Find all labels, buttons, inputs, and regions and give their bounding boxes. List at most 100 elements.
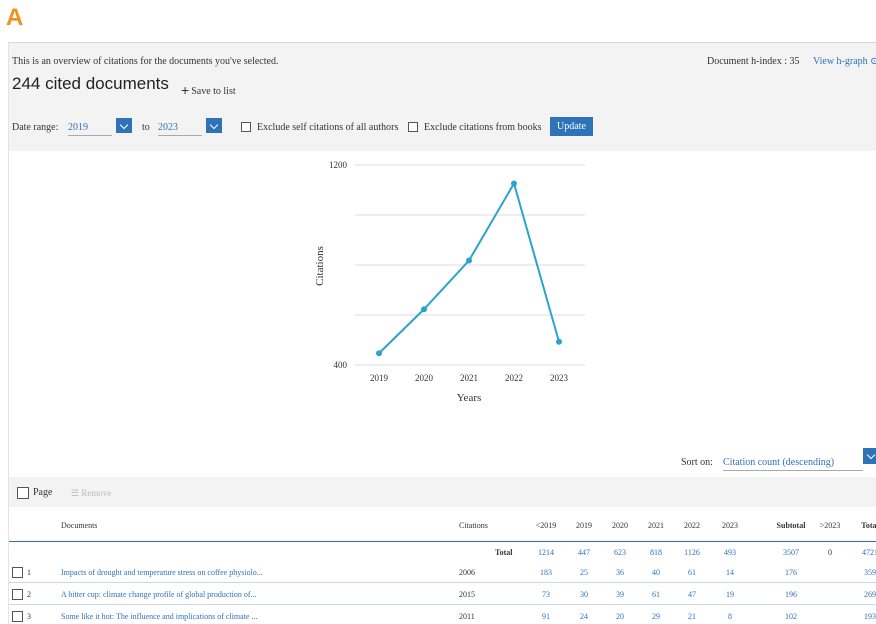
row-cell: 61 xyxy=(688,568,696,577)
document-title-link[interactable]: Impacts of drought and temperature stres… xyxy=(61,568,451,577)
data-point xyxy=(556,338,562,345)
top-bar: This is an overview of citations for the… xyxy=(9,43,876,151)
total-cell: 493 xyxy=(724,548,736,557)
exclude-books-checkbox[interactable] xyxy=(408,122,418,132)
col-documents[interactable]: Documents xyxy=(61,521,97,530)
row-number: 1 xyxy=(27,568,31,577)
data-point xyxy=(466,257,472,264)
row-checkbox[interactable] xyxy=(12,567,23,578)
y-axis-label: Citations xyxy=(314,246,326,286)
row-cell: 102 xyxy=(785,612,797,621)
col-subtotal: Subtotal xyxy=(776,521,806,530)
total-label: Total xyxy=(495,548,513,557)
col-2021: 2021 xyxy=(648,521,664,530)
x-tick-label: 2021 xyxy=(460,373,478,383)
row-cell: 269 xyxy=(864,590,876,599)
row-cell: 176 xyxy=(785,568,797,577)
total-cell: 818 xyxy=(650,548,662,557)
row-cell: 193 xyxy=(864,612,876,621)
sort-label: Sort on: xyxy=(681,457,713,468)
page-select-checkbox[interactable] xyxy=(17,487,29,499)
row-cell: 359 xyxy=(864,568,876,577)
save-to-list-button[interactable]: + Save to list xyxy=(181,81,236,98)
row-cell: 39 xyxy=(616,590,624,599)
row-year: 2006 xyxy=(459,568,475,577)
total-cell: 0 xyxy=(828,548,832,557)
sort-select[interactable]: Citation count (descending) xyxy=(723,457,863,471)
row-cell: 73 xyxy=(542,590,550,599)
row-cell: 21 xyxy=(688,612,696,621)
row-year: 2011 xyxy=(459,612,475,621)
remove-label: Remove xyxy=(81,488,112,498)
h-index-text: Document h-index : 35 xyxy=(707,56,800,67)
sort-dropdown-icon[interactable] xyxy=(863,448,876,464)
document-title-link[interactable]: A bitter cup: climate change profile of … xyxy=(61,590,451,599)
row-checkbox[interactable] xyxy=(12,589,23,600)
table-row: 3 Some like it hot: The influence and im… xyxy=(9,607,876,624)
total-cell: 623 xyxy=(614,548,626,557)
table-row: 2 A bitter cup: climate change profile o… xyxy=(9,585,876,605)
x-tick-label: 2023 xyxy=(550,373,569,383)
to-year-dropdown-icon[interactable] xyxy=(206,118,222,133)
citations-line-chart: 400 1200 2019 2020 2021 2022 2023 Years Citation… xyxy=(314,160,585,404)
plus-icon: + xyxy=(181,82,190,98)
row-cell: 24 xyxy=(580,612,588,621)
total-cell: 1126 xyxy=(684,548,700,557)
row-cell: 40 xyxy=(652,568,660,577)
data-point xyxy=(511,180,517,187)
document-title-link[interactable]: Some like it hot: The influence and impl… xyxy=(61,612,451,621)
row-cell: 8 xyxy=(728,612,732,621)
from-year-select[interactable]: 2019 xyxy=(68,122,112,136)
page-label: Page xyxy=(33,487,53,498)
col-2022: 2022 xyxy=(684,521,700,530)
x-tick-label: 2022 xyxy=(505,373,523,383)
y-tick-label: 400 xyxy=(334,360,348,370)
row-cell: 47 xyxy=(688,590,696,599)
row-cell: 61 xyxy=(652,590,660,599)
view-h-graph-link[interactable]: View h-graph ⊙ xyxy=(813,56,876,67)
citation-overview-window: This is an overview of citations for the… xyxy=(8,42,876,624)
row-cell: 19 xyxy=(726,590,734,599)
save-to-list-label: Save to list xyxy=(191,86,236,97)
x-tick-label: 2020 xyxy=(415,373,434,383)
col-citations[interactable]: Citations xyxy=(459,521,488,530)
row-cell: 29 xyxy=(652,612,660,621)
table-total-row: Total 1214 447 623 818 1126 493 3507 0 4… xyxy=(9,541,876,561)
row-cell: 14 xyxy=(726,568,734,577)
col-2019: 2019 xyxy=(576,521,592,530)
row-cell: 25 xyxy=(580,568,588,577)
to-label: to xyxy=(142,122,150,133)
date-range-label: Date range: xyxy=(12,122,59,133)
trash-icon: ☰ xyxy=(71,488,82,498)
exclude-self-citations-label: Exclude self citations of all authors xyxy=(257,122,399,133)
total-cell: 447 xyxy=(578,548,590,557)
row-cell: 196 xyxy=(785,590,797,599)
data-point xyxy=(421,306,427,313)
data-point xyxy=(376,350,382,357)
row-cell: 30 xyxy=(580,590,588,599)
col-before-2019: <2019 xyxy=(535,521,557,530)
from-year-dropdown-icon[interactable] xyxy=(116,118,132,133)
x-tick-label: 2019 xyxy=(370,373,389,383)
overview-text: This is an overview of citations for the… xyxy=(12,56,279,67)
total-cell: 4721 xyxy=(862,548,876,557)
row-checkbox[interactable] xyxy=(12,611,23,622)
exclude-books-label: Exclude citations from books xyxy=(424,122,542,133)
col-2020: 2020 xyxy=(612,521,628,530)
citations-series-line xyxy=(378,180,560,354)
table-row: 1 Impacts of drought and temperature str… xyxy=(9,563,876,583)
to-year-select[interactable]: 2023 xyxy=(158,122,202,136)
col-2023: 2023 xyxy=(722,521,738,530)
col-after-2023: >2023 xyxy=(819,521,841,530)
page-toolbar: Page ☰ Remove xyxy=(9,477,876,507)
update-button[interactable]: Update xyxy=(550,117,593,136)
total-cell: 3507 xyxy=(783,548,799,557)
panel-letter: A xyxy=(6,4,24,31)
row-cell: 20 xyxy=(616,612,624,621)
y-tick-label: 1200 xyxy=(329,160,348,170)
cited-documents-title: 244 cited documents xyxy=(12,74,169,93)
col-total: Total xyxy=(861,521,876,530)
exclude-self-citations-checkbox[interactable] xyxy=(241,122,251,132)
row-year: 2015 xyxy=(459,590,475,599)
remove-button[interactable]: ☰ Remove xyxy=(71,488,111,499)
